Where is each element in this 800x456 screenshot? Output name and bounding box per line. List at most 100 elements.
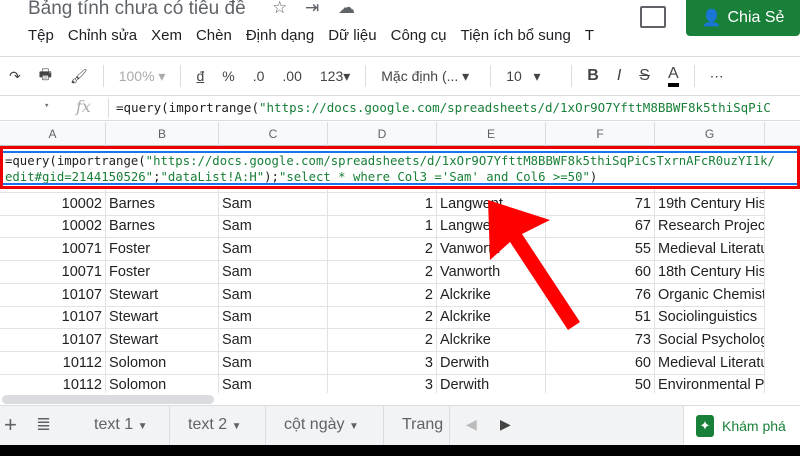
menu-data[interactable]: Dữ liệu xyxy=(328,27,376,44)
cell-last-name[interactable]: Barnes xyxy=(106,192,219,216)
cell-id[interactable]: 10107 xyxy=(0,328,106,352)
currency-button[interactable]: đ xyxy=(196,68,204,84)
column-header-e[interactable]: E xyxy=(437,122,546,146)
cell-course[interactable]: Medieval Literatu xyxy=(655,238,765,262)
table-row: 10107 Stewart Sam 2 Alckrike 73 Social Psychol… xyxy=(0,328,765,352)
cell-last-name[interactable]: Foster xyxy=(106,238,219,262)
cell-first-name[interactable]: Sam xyxy=(219,283,328,307)
cell-grade[interactable]: 2 xyxy=(328,283,437,307)
cell-course[interactable]: Social Psycholog xyxy=(655,328,765,352)
os-taskbar xyxy=(0,445,800,456)
menu-tools[interactable]: Công cụ xyxy=(391,27,447,44)
share-button[interactable]: 👤 Chia Sẻ xyxy=(686,0,800,36)
divider xyxy=(365,65,367,87)
add-sheet-icon[interactable]: + xyxy=(4,412,17,438)
cell-last-name[interactable]: Stewart xyxy=(106,283,219,307)
sheet-tab-trang[interactable]: Trang xyxy=(384,406,450,446)
increase-decimal-button[interactable]: .00 xyxy=(282,68,301,84)
cell-grade[interactable]: 1 xyxy=(328,215,437,239)
more-button[interactable]: ⋯ xyxy=(710,68,724,85)
menu-file[interactable]: Tệp xyxy=(28,27,54,44)
menu-edit[interactable]: Chỉnh sửa xyxy=(68,27,137,44)
document-title[interactable]: Bảng tính chưa có tiêu đề xyxy=(28,0,246,20)
cell-id[interactable]: 10002 xyxy=(0,192,106,216)
cell-first-name[interactable]: Sam xyxy=(219,351,328,375)
cell-first-name[interactable]: Sam xyxy=(219,192,328,216)
cell-id[interactable]: 10112 xyxy=(0,351,106,375)
menu-addons[interactable]: Tiện ích bổ sung xyxy=(460,27,570,44)
cell-first-name[interactable]: Sam xyxy=(219,215,328,239)
text-color-button[interactable]: A xyxy=(667,65,679,87)
cell-last-name[interactable]: Stewart xyxy=(106,306,219,330)
menu-view[interactable]: Xem xyxy=(151,27,182,44)
zoom-select[interactable]: 100% ▾ xyxy=(119,68,166,85)
column-header-f[interactable]: F xyxy=(546,122,655,146)
cell-formula-editor[interactable]: =query(importrange("https://docs.google.… xyxy=(3,151,797,185)
cell-grade[interactable]: 2 xyxy=(328,238,437,262)
move-icon[interactable]: ⇥ xyxy=(305,0,319,18)
cell-course[interactable]: 18th Century His xyxy=(655,260,765,284)
cell-score[interactable]: 60 xyxy=(546,351,655,375)
column-header-d[interactable]: D xyxy=(328,122,437,146)
cell-last-name[interactable]: Foster xyxy=(106,260,219,284)
star-icon[interactable]: ☆ xyxy=(272,0,287,18)
divider xyxy=(490,65,492,87)
font-select[interactable]: Mặc định (... ▾ xyxy=(381,68,475,85)
cloud-status-icon[interactable]: ☁ xyxy=(338,0,355,18)
column-header-g[interactable]: G xyxy=(655,122,765,146)
sheet-tab-text-1[interactable]: text 1 ▼ xyxy=(76,406,170,446)
name-box-dropdown-icon[interactable]: ▾ xyxy=(44,101,49,111)
scrollbar-thumb[interactable] xyxy=(2,395,214,404)
menu-insert[interactable]: Chèn xyxy=(196,27,232,44)
all-sheets-icon[interactable]: ≣ xyxy=(36,414,51,435)
cell-course[interactable]: 19th Century His xyxy=(655,192,765,216)
cell-first-name[interactable]: Sam xyxy=(219,260,328,284)
cell-id[interactable]: 10107 xyxy=(0,306,106,330)
cell-course[interactable]: Medieval Literatu xyxy=(655,351,765,375)
cell-id[interactable]: 10071 xyxy=(0,260,106,284)
cell-course[interactable]: Organic Chemist xyxy=(655,283,765,307)
menu-help[interactable]: T xyxy=(585,27,594,44)
cell-last-name[interactable]: Solomon xyxy=(106,351,219,375)
cell-first-name[interactable]: Sam xyxy=(219,238,328,262)
cell-id[interactable]: 10071 xyxy=(0,238,106,262)
menu-format[interactable]: Định dạng xyxy=(246,27,314,44)
explore-label: Khám phá xyxy=(722,417,786,434)
bold-button[interactable]: B xyxy=(587,67,599,85)
divider xyxy=(0,56,800,57)
cell-course[interactable]: Research Projec xyxy=(655,215,765,239)
cell-last-name[interactable]: Barnes xyxy=(106,215,219,239)
percent-button[interactable]: % xyxy=(222,68,234,84)
cell-first-name[interactable]: Sam xyxy=(219,328,328,352)
cell-grade[interactable]: 1 xyxy=(328,192,437,216)
explore-button[interactable]: ✦ Khám phá xyxy=(683,406,800,445)
cell-grade[interactable]: 2 xyxy=(328,260,437,284)
cell-id[interactable]: 10107 xyxy=(0,283,106,307)
font-size-select[interactable]: 10 ▾ xyxy=(506,68,556,85)
formula-input[interactable]: =query(importrange("https://docs.google.… xyxy=(116,100,771,115)
print-icon[interactable]: 🖶 xyxy=(39,64,52,88)
cell-id[interactable]: 10002 xyxy=(0,215,106,239)
cell-grade[interactable]: 3 xyxy=(328,351,437,375)
more-formats-button[interactable]: 123▾ xyxy=(320,68,350,85)
strikethrough-button[interactable]: S xyxy=(639,67,650,85)
sheet-tab-cot-ngay[interactable]: cột ngày ▼ xyxy=(266,406,384,446)
sheet-tab-text-2[interactable]: text 2 ▼ xyxy=(170,406,266,446)
formula-bar: ▾ fx =query(importrange("https://docs.go… xyxy=(0,95,800,121)
redo-icon[interactable]: ↷ xyxy=(9,68,21,85)
scroll-tabs-right-icon[interactable]: ▶ xyxy=(500,416,511,433)
comment-history-icon[interactable] xyxy=(640,6,666,28)
scroll-tabs-left-icon[interactable]: ◀ xyxy=(466,416,477,433)
decrease-decimal-button[interactable]: .0 xyxy=(253,68,265,84)
column-header-b[interactable]: B xyxy=(106,122,219,146)
cell-grade[interactable]: 2 xyxy=(328,306,437,330)
column-header-a[interactable]: A xyxy=(0,122,106,146)
cell-course[interactable]: Sociolinguistics xyxy=(655,306,765,330)
cell-grade[interactable]: 2 xyxy=(328,328,437,352)
cell-last-name[interactable]: Stewart xyxy=(106,328,219,352)
paint-format-icon[interactable]: 🖌 xyxy=(70,68,88,85)
column-header-c[interactable]: C xyxy=(219,122,328,146)
cell-house[interactable]: Derwith xyxy=(437,351,546,375)
italic-button[interactable]: I xyxy=(617,67,621,85)
cell-first-name[interactable]: Sam xyxy=(219,306,328,330)
